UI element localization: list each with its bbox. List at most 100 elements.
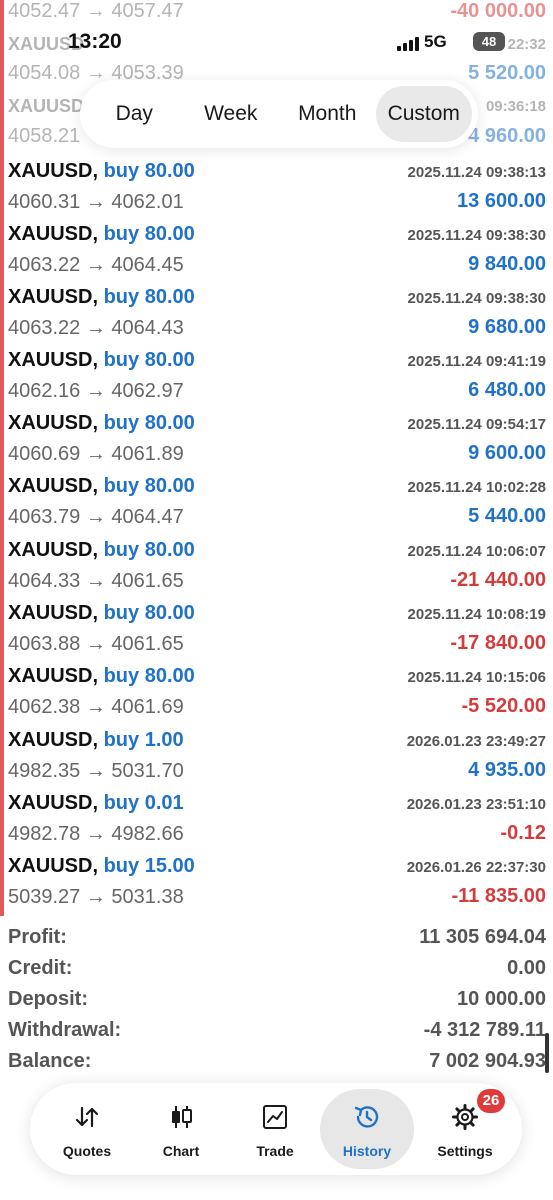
trade-prices: 4982.78 → 4982.66: [8, 823, 184, 845]
trade-direction: buy 80.00: [103, 349, 195, 371]
trade-profit: -21 440.00: [450, 569, 546, 591]
trade-profit: -5 520.00: [461, 695, 546, 717]
trade-direction: buy 80.00: [103, 475, 195, 497]
trade-row[interactable]: XAUUSD, buy 80.00 2025.11.24 09:54:17 40…: [0, 412, 553, 475]
trade-time: 2026.01.23 23:49:27: [406, 733, 546, 750]
trade-direction: buy 80.00: [103, 286, 195, 308]
trade-prices: 4063.79 → 4064.47: [8, 506, 184, 528]
summary-label: Credit:: [8, 957, 73, 979]
nav-quotes[interactable]: Quotes: [40, 1089, 134, 1169]
faded-row-time: 09:36:18: [485, 98, 546, 115]
trade-time: 2025.11.24 09:38:13: [407, 164, 546, 181]
tab-month[interactable]: Month: [279, 86, 376, 142]
faded-row-symbol: XAUUSD: [8, 96, 85, 116]
scrollbar-thumb[interactable]: [545, 1033, 549, 1073]
trade-prices: 4063.22 → 4064.45: [8, 254, 184, 276]
summary-balance: Balance: 7 002 904.93: [0, 1050, 553, 1080]
faded-row-profit: 4 960.00: [468, 125, 546, 147]
nav-history[interactable]: History: [320, 1089, 414, 1169]
summary-value: 11 305 694.04: [419, 926, 546, 948]
candlestick-icon: [172, 1106, 192, 1128]
faded-row-prices: 4058.21: [8, 125, 81, 147]
trade-row[interactable]: XAUUSD, buy 80.00 2025.11.24 10:15:06 40…: [0, 665, 553, 728]
nav-settings-label: Settings: [437, 1143, 493, 1159]
summary-value: 0.00: [507, 957, 546, 979]
trade-prices: 4064.33 → 4061.65: [8, 570, 184, 592]
trade-profit: -0.12: [500, 822, 546, 844]
sort-arrows-icon: [75, 1106, 99, 1128]
summary-withdrawal: Withdrawal: -4 312 789.11: [0, 1019, 553, 1049]
period-selector: Day Week Month Custom: [80, 80, 478, 148]
trade-profit: 5 440.00: [468, 505, 546, 527]
summary-value: 10 000.00: [457, 988, 546, 1010]
trade-time: 2025.11.24 10:02:28: [407, 479, 546, 496]
trade-row[interactable]: XAUUSD, buy 80.00 2025.11.24 09:38:30 40…: [0, 223, 553, 286]
status-time: 13:20: [68, 30, 122, 53]
trade-direction: buy 80.00: [103, 602, 195, 624]
trade-symbol: XAUUSD,: [8, 855, 99, 877]
trade-prices: 4982.35 → 5031.70: [8, 760, 184, 782]
trade-profit: 6 480.00: [468, 379, 546, 401]
trade-time: 2025.11.24 09:41:19: [407, 353, 546, 370]
trade-row[interactable]: XAUUSD, buy 0.01 2026.01.23 23:51:10 498…: [0, 792, 553, 855]
summary-profit: Profit: 11 305 694.04: [0, 926, 553, 956]
summary-label: Deposit:: [8, 988, 88, 1010]
trade-time: 2025.11.24 10:08:19: [407, 606, 546, 623]
tab-custom[interactable]: Custom: [375, 86, 472, 142]
trade-row[interactable]: XAUUSD, buy 1.00 2026.01.23 23:49:27 498…: [0, 729, 553, 792]
trade-direction: buy 0.01: [103, 792, 184, 814]
tab-week[interactable]: Week: [183, 86, 280, 142]
nav-chart[interactable]: Chart: [134, 1089, 228, 1169]
trade-profit: 4 935.00: [468, 759, 546, 781]
trade-direction: buy 80.00: [103, 160, 195, 182]
trade-symbol: XAUUSD,: [8, 792, 99, 814]
trade-prices: 4063.22 → 4064.43: [8, 317, 184, 339]
trade-time: 2025.11.24 10:15:06: [407, 669, 546, 686]
trade-row[interactable]: XAUUSD, buy 80.00 2025.11.24 10:06:07 40…: [0, 539, 553, 602]
trade-time: 2025.11.24 10:06:07: [407, 543, 546, 560]
cellular-signal-icon: [397, 37, 419, 51]
trade-direction: buy 80.00: [103, 223, 195, 245]
tab-day[interactable]: Day: [86, 86, 183, 142]
trade-direction: buy 80.00: [103, 665, 195, 687]
trade-prices: 4062.38 → 4061.69: [8, 696, 184, 718]
trade-row[interactable]: XAUUSD, buy 80.00 2025.11.24 10:08:19 40…: [0, 602, 553, 665]
trade-symbol: XAUUSD,: [8, 412, 99, 434]
status-bar: 13:20 5G 48: [0, 0, 553, 80]
trade-profit: -11 835.00: [451, 885, 546, 907]
trade-time: 2026.01.23 23:51:10: [406, 796, 546, 813]
trade-symbol: XAUUSD,: [8, 602, 99, 624]
trade-prices: 5039.27 → 5031.38: [8, 886, 184, 908]
nav-history-label: History: [342, 1143, 392, 1159]
nav-trade[interactable]: Trade: [228, 1089, 322, 1169]
trade-symbol: XAUUSD,: [8, 223, 99, 245]
trade-time: 2025.11.24 09:54:17: [407, 416, 546, 433]
settings-notification-badge: 26: [477, 1089, 505, 1113]
trade-row[interactable]: XAUUSD, buy 80.00 2025.11.24 09:38:30 40…: [0, 286, 553, 349]
trade-symbol: XAUUSD,: [8, 539, 99, 561]
summary-credit: Credit: 0.00: [0, 957, 553, 987]
trade-symbol: XAUUSD,: [8, 665, 99, 687]
trade-direction: buy 80.00: [103, 539, 195, 561]
trade-symbol: XAUUSD,: [8, 729, 99, 751]
trade-row[interactable]: XAUUSD, buy 80.00 2025.11.24 10:02:28 40…: [0, 475, 553, 538]
nav-chart-label: Chart: [162, 1143, 200, 1159]
trade-symbol: XAUUSD,: [8, 160, 99, 182]
summary-label: Withdrawal:: [8, 1019, 122, 1041]
summary-value: 7 002 904.93: [429, 1050, 546, 1072]
trade-prices: 4062.16 → 4062.97: [8, 380, 184, 402]
trade-symbol: XAUUSD,: [8, 286, 99, 308]
gear-icon: [452, 1104, 478, 1130]
trade-time: 2025.11.24 09:38:30: [407, 290, 546, 307]
trade-direction: buy 15.00: [103, 855, 195, 877]
summary-value: -4 312 789.11: [423, 1019, 546, 1041]
summary-deposit: Deposit: 10 000.00: [0, 988, 553, 1018]
battery-icon: 48: [473, 32, 505, 51]
history-clock-icon: [354, 1106, 379, 1128]
trade-profit: -17 840.00: [450, 632, 546, 654]
trade-row[interactable]: XAUUSD, buy 80.00 2025.11.24 09:41:19 40…: [0, 349, 553, 412]
trade-prices: 4063.88 → 4061.65: [8, 633, 184, 655]
trade-row[interactable]: XAUUSD, buy 80.00 2025.11.24 09:38:13 40…: [0, 160, 553, 223]
trade-row[interactable]: XAUUSD, buy 15.00 2026.01.26 22:37:30 50…: [0, 855, 553, 918]
line-chart-icon: [263, 1105, 287, 1129]
